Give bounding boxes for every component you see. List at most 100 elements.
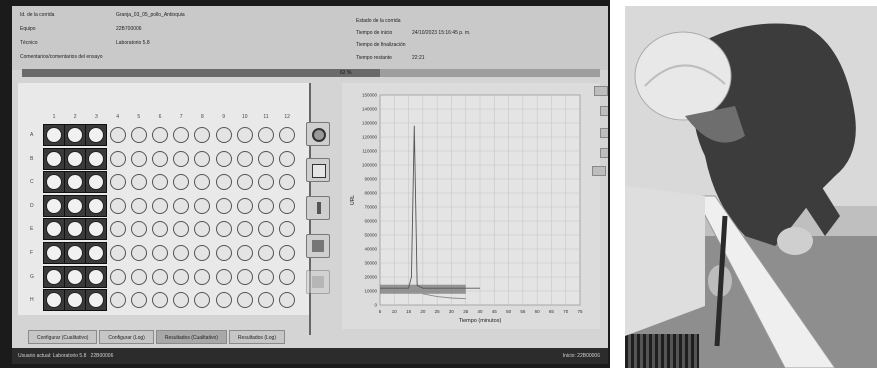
side-button-5[interactable] <box>592 166 606 176</box>
x-tick-label: 5 <box>379 309 382 314</box>
side-button-3[interactable] <box>600 128 608 138</box>
temperature-button[interactable] <box>306 196 330 220</box>
next-button[interactable] <box>306 270 330 294</box>
well-F8[interactable] <box>194 245 211 261</box>
well-G1[interactable] <box>46 268 62 285</box>
y-tick-label: 70000 <box>364 205 377 210</box>
well-D12[interactable] <box>279 197 296 214</box>
column-label-12: 12 <box>284 114 290 120</box>
well-G4[interactable] <box>109 268 126 285</box>
well-H7[interactable] <box>173 292 190 309</box>
well-G7[interactable] <box>173 268 190 285</box>
well-E7[interactable] <box>173 221 190 238</box>
well-B9[interactable] <box>215 150 232 167</box>
well-D5[interactable] <box>130 197 147 214</box>
well-F9[interactable] <box>215 245 232 261</box>
well-B3[interactable] <box>88 150 105 167</box>
well-C11[interactable] <box>258 174 274 191</box>
well-G8[interactable] <box>194 268 211 285</box>
well-A6[interactable] <box>152 127 168 143</box>
well-B10[interactable] <box>236 150 253 167</box>
well-F4[interactable] <box>109 245 126 261</box>
well-H12[interactable] <box>279 292 296 309</box>
side-button-1[interactable] <box>594 86 608 96</box>
well-H8[interactable] <box>194 292 211 309</box>
well-G2[interactable] <box>67 268 84 285</box>
well-C4[interactable] <box>109 174 126 191</box>
well-F11[interactable] <box>258 245 274 261</box>
well-A5[interactable] <box>130 127 147 143</box>
well-C7[interactable] <box>173 174 190 191</box>
well-A7[interactable] <box>173 127 190 143</box>
tab-results-qualitative[interactable]: Resultados (Cualitativo) <box>155 330 227 344</box>
well-E10[interactable] <box>236 221 253 238</box>
well-C10[interactable] <box>236 174 253 191</box>
well-G9[interactable] <box>215 268 232 285</box>
well-F5[interactable] <box>130 245 147 261</box>
well-F6[interactable] <box>152 245 168 261</box>
well-C6[interactable] <box>152 174 168 191</box>
tab-results-log[interactable]: Resultados (Log) <box>228 330 285 344</box>
well-A8[interactable] <box>194 127 211 143</box>
well-H4[interactable] <box>109 292 126 309</box>
well-H11[interactable] <box>258 292 274 309</box>
well-A1[interactable] <box>46 127 62 143</box>
well-B12[interactable] <box>279 150 296 167</box>
well-D2[interactable] <box>67 197 84 214</box>
well-G5[interactable] <box>130 268 147 285</box>
well-D6[interactable] <box>152 197 168 214</box>
well-F10[interactable] <box>236 245 253 261</box>
well-B7[interactable] <box>173 150 190 167</box>
well-E11[interactable] <box>258 221 274 238</box>
well-B6[interactable] <box>152 150 168 167</box>
well-E8[interactable] <box>194 221 211 238</box>
well-D4[interactable] <box>109 197 126 214</box>
export-button[interactable] <box>306 234 330 258</box>
well-A9[interactable] <box>215 127 232 143</box>
well-G10[interactable] <box>236 268 253 285</box>
well-A11[interactable] <box>258 127 274 143</box>
stop-run-button[interactable] <box>306 122 330 146</box>
well-B1[interactable] <box>46 150 62 167</box>
well-H5[interactable] <box>130 292 147 309</box>
well-E12[interactable] <box>279 221 296 238</box>
arrow-right-icon <box>312 276 324 288</box>
well-E9[interactable] <box>215 221 232 238</box>
well-B8[interactable] <box>194 150 211 167</box>
well-H6[interactable] <box>152 292 168 309</box>
well-G12[interactable] <box>279 268 296 285</box>
tab-configure-qualitative[interactable]: Configurar (Cualitativo) <box>28 330 98 344</box>
well-E4[interactable] <box>109 221 126 238</box>
tab-configure-log[interactable]: Configurar (Log) <box>99 330 154 344</box>
well-A10[interactable] <box>236 127 253 143</box>
well-F7[interactable] <box>173 245 190 261</box>
well-A4[interactable] <box>109 127 126 143</box>
well-B4[interactable] <box>109 150 126 167</box>
well-D9[interactable] <box>215 197 232 214</box>
side-button-2[interactable] <box>600 106 608 116</box>
report-button[interactable] <box>306 158 330 182</box>
well-F12[interactable] <box>279 245 296 261</box>
well-C12[interactable] <box>279 174 296 191</box>
well-H9[interactable] <box>215 292 232 309</box>
well-F1[interactable] <box>46 245 62 261</box>
well-D7[interactable] <box>173 197 190 214</box>
well-A12[interactable] <box>279 127 296 143</box>
side-button-4[interactable] <box>600 148 608 158</box>
well-D11[interactable] <box>258 197 274 214</box>
well-E6[interactable] <box>152 221 168 238</box>
well-H10[interactable] <box>236 292 253 309</box>
well-D1[interactable] <box>46 197 62 214</box>
well-B11[interactable] <box>258 150 274 167</box>
well-D8[interactable] <box>194 197 211 214</box>
well-C8[interactable] <box>194 174 211 191</box>
well-D10[interactable] <box>236 197 253 214</box>
well-C5[interactable] <box>130 174 147 191</box>
well-B5[interactable] <box>130 150 147 167</box>
well-E5[interactable] <box>130 221 147 238</box>
well-G6[interactable] <box>152 268 168 285</box>
well-G11[interactable] <box>258 268 274 285</box>
well-G3[interactable] <box>88 268 105 285</box>
well-B2[interactable] <box>67 150 84 167</box>
well-C9[interactable] <box>215 174 232 191</box>
